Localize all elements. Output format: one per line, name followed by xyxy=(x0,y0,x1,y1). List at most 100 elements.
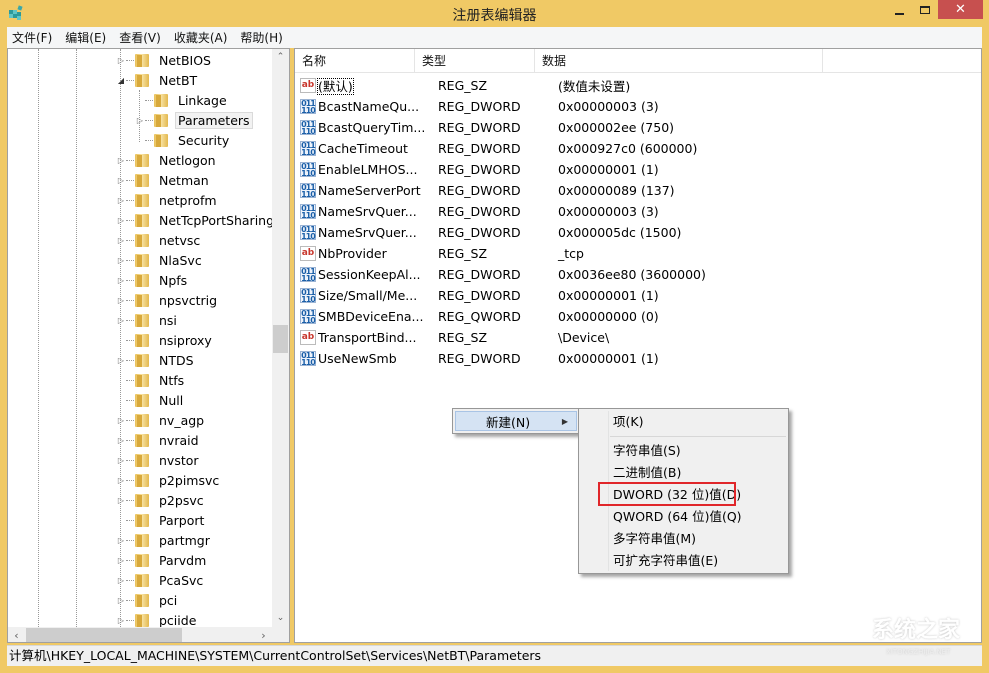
value-type: REG_DWORD xyxy=(438,99,521,114)
tree-vertical-scrollbar[interactable]: ⌃ ⌄ xyxy=(272,49,289,627)
expand-arrow-icon[interactable]: ▷ xyxy=(116,236,126,245)
scroll-thumb[interactable] xyxy=(26,628,182,642)
expand-arrow-icon[interactable]: ▷ xyxy=(116,316,126,325)
tree-item[interactable]: ▷ p2psvc xyxy=(116,490,207,510)
value-type: REG_DWORD xyxy=(438,351,521,366)
tree-item[interactable]: ◢ NetBT xyxy=(116,70,200,90)
menu-edit[interactable]: 编辑(E) xyxy=(60,29,111,46)
tree-horizontal-scrollbar[interactable]: ‹ › xyxy=(8,627,289,642)
tree-item[interactable]: ▷ netvsc xyxy=(116,230,203,250)
expand-arrow-icon[interactable]: ▷ xyxy=(116,456,126,465)
tree-item[interactable]: ▷ netprofm xyxy=(116,190,220,210)
expand-arrow-icon[interactable]: ▷ xyxy=(116,216,126,225)
tree-item[interactable]: Parport xyxy=(116,510,207,530)
tree-item[interactable]: ▷ pciide xyxy=(116,610,199,627)
expand-arrow-icon[interactable]: ▷ xyxy=(116,576,126,585)
value-row[interactable]: 011 110 CacheTimeout REG_DWORD 0x000927c0 (… xyxy=(300,138,858,159)
value-row[interactable]: 011 110 SMBDeviceEna... REG_QWORD 0x0000000… xyxy=(300,306,858,327)
expand-arrow-icon[interactable]: ▷ xyxy=(116,176,126,185)
scroll-up-icon[interactable]: ⌃ xyxy=(272,49,289,66)
menu-item-expandable-string-value[interactable]: 可扩充字符串值(E) xyxy=(613,551,718,571)
value-data: _tcp xyxy=(558,246,584,261)
expand-arrow-icon[interactable]: ▷ xyxy=(116,556,126,565)
minimize-button[interactable] xyxy=(886,0,912,19)
tree-item[interactable]: ▷ Npfs xyxy=(116,270,190,290)
value-data: 0x00000001 (1) xyxy=(558,162,659,177)
tree-item[interactable]: Linkage xyxy=(135,90,230,110)
column-name[interactable]: 名称 xyxy=(295,49,415,73)
expand-arrow-icon[interactable]: ▷ xyxy=(116,476,126,485)
expand-arrow-icon[interactable]: ▷ xyxy=(116,356,126,365)
tree-item[interactable]: ▷ partmgr xyxy=(116,530,213,550)
value-type: REG_SZ xyxy=(438,78,488,93)
expand-arrow-icon[interactable]: ▷ xyxy=(116,496,126,505)
tree-item[interactable]: ▷ PcaSvc xyxy=(116,570,206,590)
scroll-down-icon[interactable]: ⌄ xyxy=(272,610,289,627)
tree-item[interactable]: ▷ Parameters xyxy=(135,110,253,130)
collapse-arrow-icon[interactable]: ◢ xyxy=(116,76,126,85)
folder-icon xyxy=(135,513,151,527)
value-row[interactable]: 011 110 NameSrvQuer... REG_DWORD 0x00000003… xyxy=(300,201,858,222)
scroll-right-icon[interactable]: › xyxy=(255,627,272,642)
menu-favorites[interactable]: 收藏夹(A) xyxy=(169,29,233,46)
tree-item[interactable]: ▷ npsvctrig xyxy=(116,290,220,310)
tree-item[interactable]: ▷ nsi xyxy=(116,310,180,330)
scroll-left-icon[interactable]: ‹ xyxy=(8,627,25,642)
value-row[interactable]: 011 110 BcastQueryTim... REG_DWORD 0x000002… xyxy=(300,117,858,138)
close-button[interactable]: ✕ xyxy=(938,0,983,19)
tree-item[interactable]: ▷ NTDS xyxy=(116,350,197,370)
tree-item[interactable]: ▷ nvstor xyxy=(116,450,202,470)
tree-connector-line xyxy=(126,460,134,461)
tree-item[interactable]: ▷ Netman xyxy=(116,170,212,190)
column-data[interactable]: 数据 xyxy=(535,49,823,73)
expand-arrow-icon[interactable]: ▷ xyxy=(116,616,126,625)
expand-arrow-icon[interactable]: ▷ xyxy=(116,276,126,285)
tree-item[interactable]: Ntfs xyxy=(116,370,187,390)
menu-view[interactable]: 查看(V) xyxy=(114,29,166,46)
tree-item[interactable]: ▷ pci xyxy=(116,590,180,610)
tree-item[interactable]: ▷ Parvdm xyxy=(116,550,209,570)
tree-item[interactable]: ▷ nvraid xyxy=(116,430,202,450)
tree-item[interactable]: Null xyxy=(116,390,186,410)
tree-item[interactable]: ▷ Netlogon xyxy=(116,150,219,170)
menu-item-binary-value[interactable]: 二进制值(B) xyxy=(613,463,681,483)
menu-file[interactable]: 文件(F) xyxy=(7,29,57,46)
menu-item-string-value[interactable]: 字符串值(S) xyxy=(613,441,681,461)
value-row[interactable]: 011 110 NameSrvQuer... REG_DWORD 0x000005dc… xyxy=(300,222,858,243)
menu-item-new[interactable]: 新建(N) ▶ xyxy=(455,411,577,431)
expand-arrow-icon[interactable]: ▷ xyxy=(116,296,126,305)
binary-value-icon: 011 110 xyxy=(300,351,316,367)
expand-arrow-icon[interactable]: ▷ xyxy=(116,256,126,265)
tree-item[interactable]: ▷ p2pimsvc xyxy=(116,470,222,490)
tree-item[interactable]: ▷ NetBIOS xyxy=(116,50,214,70)
expand-arrow-icon[interactable]: ▷ xyxy=(116,416,126,425)
menu-item-multi-string-value[interactable]: 多字符串值(M) xyxy=(613,529,696,549)
expand-arrow-icon[interactable]: ▷ xyxy=(116,536,126,545)
menu-item-qword-value[interactable]: QWORD (64 位)值(Q) xyxy=(613,507,742,527)
expand-arrow-icon[interactable]: ▷ xyxy=(116,196,126,205)
value-row[interactable]: 011 110 UseNewSmb REG_DWORD 0x00000001 (1) xyxy=(300,348,858,369)
tree-item[interactable]: ▷ NetTcpPortSharing xyxy=(116,210,272,230)
value-row[interactable]: ab (默认) REG_SZ (数值未设置) xyxy=(300,75,858,96)
expand-arrow-icon[interactable]: ▷ xyxy=(116,156,126,165)
scroll-thumb[interactable] xyxy=(273,325,288,353)
expand-arrow-icon[interactable]: ▷ xyxy=(116,596,126,605)
value-row[interactable]: 011 110 NameServerPort REG_DWORD 0x00000089… xyxy=(300,180,858,201)
expand-arrow-icon[interactable]: ▷ xyxy=(116,56,126,65)
expand-arrow-icon[interactable]: ▷ xyxy=(116,436,126,445)
expand-arrow-icon[interactable]: ▷ xyxy=(135,116,145,125)
column-type[interactable]: 类型 xyxy=(415,49,535,73)
value-row[interactable]: 011 110 Size/Small/Me... REG_DWORD 0x000000… xyxy=(300,285,858,306)
value-row[interactable]: 011 110 SessionKeepAl... REG_DWORD 0x0036ee… xyxy=(300,264,858,285)
value-row[interactable]: 011 110 BcastNameQu... REG_DWORD 0x00000003… xyxy=(300,96,858,117)
tree-item[interactable]: ▷ NlaSvc xyxy=(116,250,205,270)
tree-item[interactable]: ▷ nv_agp xyxy=(116,410,207,430)
tree-item[interactable]: nsiproxy xyxy=(116,330,215,350)
value-row[interactable]: ab NbProvider REG_SZ _tcp xyxy=(300,243,858,264)
value-row[interactable]: 011 110 EnableLMHOS... REG_DWORD 0x00000001… xyxy=(300,159,858,180)
maximize-button[interactable] xyxy=(912,0,938,19)
tree-item[interactable]: Security xyxy=(135,130,232,150)
menu-help[interactable]: 帮助(H) xyxy=(235,29,287,46)
menu-item-key[interactable]: 项(K) xyxy=(613,412,643,432)
value-row[interactable]: ab TransportBind... REG_SZ \Device\ xyxy=(300,327,858,348)
